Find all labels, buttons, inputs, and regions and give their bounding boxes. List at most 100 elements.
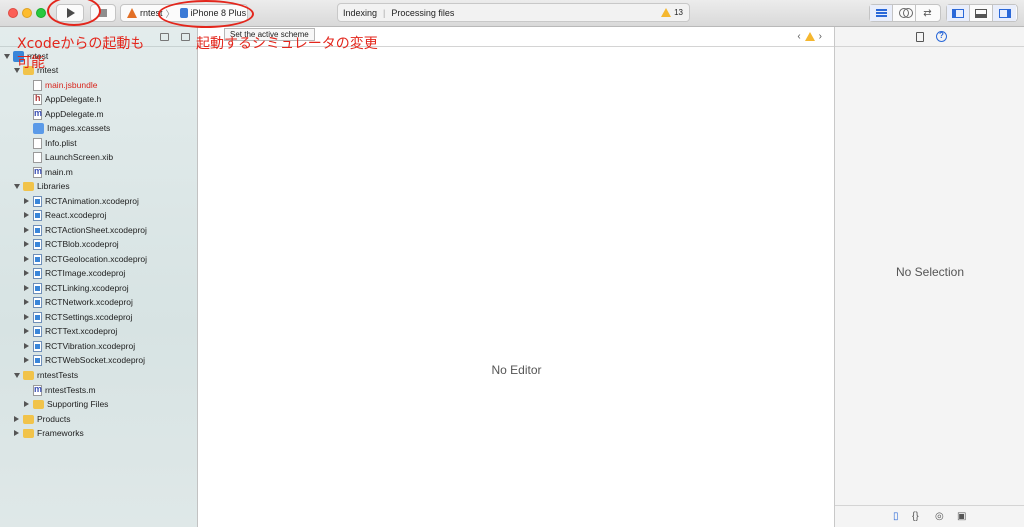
disclosure-closed-icon[interactable] xyxy=(23,241,30,248)
file-inspector-icon[interactable] xyxy=(916,32,924,42)
item-label: AppDelegate.m xyxy=(45,109,104,119)
list-item[interactable]: RCTVibration.xcodeproj xyxy=(23,339,135,353)
list-item[interactable]: RCTSettings.xcodeproj xyxy=(23,310,132,324)
forward-icon[interactable]: › xyxy=(819,31,822,42)
file-icon xyxy=(33,79,42,91)
list-item[interactable]: RCTText.xcodeproj xyxy=(23,324,117,338)
version-editor-button[interactable]: ⇄ xyxy=(916,5,939,21)
item-label: RCTBlob.xcodeproj xyxy=(45,239,119,249)
disclosure-closed-icon[interactable] xyxy=(23,270,30,277)
disclosure-closed-icon[interactable] xyxy=(23,299,30,306)
list-item[interactable]: main.jsbundle xyxy=(33,78,97,92)
disclosure-closed-icon[interactable] xyxy=(13,416,20,423)
list-item[interactable]: Supporting Files xyxy=(23,397,108,411)
disclosure-closed-icon[interactable] xyxy=(23,285,30,292)
device-annotation: 起動するシミュレータの変更 xyxy=(196,36,378,52)
disclosure-closed-icon[interactable] xyxy=(23,198,30,205)
activity-status: Indexing xyxy=(343,7,378,18)
disclosure-closed-icon[interactable] xyxy=(23,227,30,234)
list-item[interactable]: LaunchScreen.xib xyxy=(33,150,113,164)
code-snippet-icon[interactable]: {} xyxy=(912,511,919,522)
standard-editor-icon xyxy=(875,9,887,17)
disclosure-closed-icon[interactable] xyxy=(23,212,30,219)
xcodeproj-icon xyxy=(33,195,42,207)
folder-icon xyxy=(33,399,44,409)
object-library-icon[interactable]: ◎ xyxy=(935,511,944,522)
empty-editor-text: No Editor xyxy=(491,363,542,377)
item-label: rntestTests.m xyxy=(45,385,96,395)
disclosure-closed-icon[interactable] xyxy=(23,357,30,364)
xcodeproj-icon xyxy=(33,267,42,279)
item-label: RCTWebSocket.xcodeproj xyxy=(45,355,145,365)
disclosure-closed-icon[interactable] xyxy=(23,256,30,263)
list-item[interactable]: React.xcodeproj xyxy=(23,208,106,222)
item-label: RCTSettings.xcodeproj xyxy=(45,312,133,322)
item-label: main.jsbundle xyxy=(45,80,98,90)
disclosure-open-icon[interactable] xyxy=(3,53,10,60)
project-navigator: rntest rntest main.jsbundle AppDelegate.… xyxy=(0,27,198,527)
quick-help-icon[interactable]: ? xyxy=(936,31,947,42)
item-label: RCTGeolocation.xcodeproj xyxy=(45,254,148,264)
inspector-panel-icon xyxy=(998,8,1011,18)
list-item[interactable]: Products xyxy=(13,412,71,426)
warning-count: 13 xyxy=(674,8,683,17)
list-item[interactable]: main.m xyxy=(33,165,73,179)
disclosure-closed-icon[interactable] xyxy=(13,430,20,437)
list-item[interactable]: rntestTests xyxy=(13,368,78,382)
editor-mode-control: ⇄ xyxy=(869,4,941,22)
item-label: Libraries xyxy=(37,181,70,191)
list-item[interactable]: RCTGeolocation.xcodeproj xyxy=(23,252,147,266)
list-item[interactable]: RCTAnimation.xcodeproj xyxy=(23,194,139,208)
xcodeproj-icon xyxy=(33,296,42,308)
disclosure-open-icon[interactable] xyxy=(13,183,20,190)
toggle-inspector-button[interactable] xyxy=(993,5,1016,21)
media-library-icon[interactable]: ▣ xyxy=(957,511,966,522)
folder-icon xyxy=(23,428,34,438)
item-label: RCTAnimation.xcodeproj xyxy=(45,196,139,206)
library-tabs: ▯ {} ◎ ▣ xyxy=(835,505,1024,527)
objc-file-icon xyxy=(33,384,42,396)
item-label: React.xcodeproj xyxy=(45,210,107,220)
warnings-indicator[interactable]: 13 xyxy=(661,8,683,17)
list-item[interactable]: RCTBlob.xcodeproj xyxy=(23,237,119,251)
disclosure-closed-icon[interactable] xyxy=(23,401,30,408)
close-window-button[interactable] xyxy=(8,8,18,18)
list-item[interactable]: rntestTests.m xyxy=(33,383,96,397)
item-label: Frameworks xyxy=(37,428,84,438)
list-item[interactable]: Images.xcassets xyxy=(33,121,110,135)
list-item[interactable]: RCTNetwork.xcodeproj xyxy=(23,295,133,309)
zoom-window-button[interactable] xyxy=(36,8,46,18)
breakpoint-navigator-icon[interactable] xyxy=(160,33,169,41)
list-item[interactable]: Frameworks xyxy=(13,426,84,440)
assistant-editor-button[interactable] xyxy=(893,5,916,21)
list-item[interactable]: AppDelegate.m xyxy=(33,107,104,121)
disclosure-closed-icon[interactable] xyxy=(23,328,30,335)
xcodeproj-icon xyxy=(33,325,42,337)
run-annotation-line1: Xcodeからの起動も xyxy=(17,36,145,52)
minimize-window-button[interactable] xyxy=(22,8,32,18)
message-navigator-icon[interactable] xyxy=(181,33,190,41)
item-label: LaunchScreen.xib xyxy=(45,152,114,162)
standard-editor-button[interactable] xyxy=(870,5,893,21)
file-template-icon[interactable]: ▯ xyxy=(893,511,899,522)
issue-warning-icon[interactable] xyxy=(804,32,815,41)
list-item[interactable]: RCTImage.xcodeproj xyxy=(23,266,125,280)
list-item[interactable]: RCTActionSheet.xcodeproj xyxy=(23,223,147,237)
disclosure-closed-icon[interactable] xyxy=(23,314,30,321)
assistant-editor-icon xyxy=(899,8,913,18)
list-item[interactable]: AppDelegate.h xyxy=(33,92,101,106)
back-icon[interactable]: ‹ xyxy=(797,31,800,42)
list-item[interactable]: Libraries xyxy=(13,179,70,193)
activity-separator: | xyxy=(383,7,386,18)
list-item[interactable]: Info.plist xyxy=(33,136,77,150)
disclosure-closed-icon[interactable] xyxy=(23,343,30,350)
list-item[interactable]: RCTLinking.xcodeproj xyxy=(23,281,129,295)
device-selector-highlight xyxy=(158,0,254,28)
toggle-navigator-button[interactable] xyxy=(947,5,970,21)
toggle-debug-area-button[interactable] xyxy=(970,5,993,21)
warning-icon xyxy=(661,8,672,17)
item-label: RCTLinking.xcodeproj xyxy=(45,283,129,293)
disclosure-open-icon[interactable] xyxy=(13,372,20,379)
list-item[interactable]: RCTWebSocket.xcodeproj xyxy=(23,353,145,367)
item-label: RCTVibration.xcodeproj xyxy=(45,341,136,351)
